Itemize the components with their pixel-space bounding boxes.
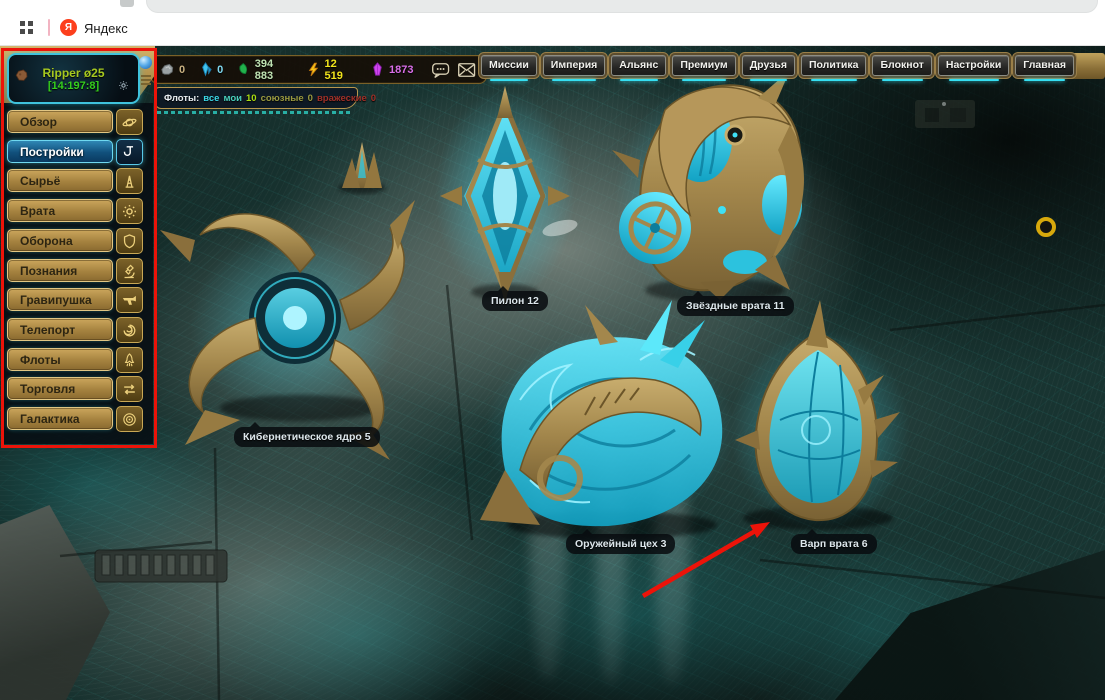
resource-metal-value: 0 — [179, 64, 185, 76]
rock-icon — [160, 62, 175, 77]
sidebar-item-defense[interactable]: Оборона — [7, 229, 113, 252]
planet-icon[interactable] — [116, 109, 143, 135]
fleet-filter-bar: Флоты: все мои 10 союзные 0 вражеские 0 — [155, 87, 358, 109]
fleet-title: Флоты: — [164, 93, 199, 104]
fleet-enemy-count: 0 — [371, 93, 376, 104]
chat-icon[interactable] — [430, 60, 451, 80]
fleet-filter-mine[interactable]: мои — [223, 93, 242, 104]
resource-premium-value: 1873 — [389, 64, 413, 76]
building-label-pylon[interactable]: Пилон 12 — [482, 291, 548, 311]
trade-arrows-icon[interactable] — [116, 376, 143, 402]
fleet-ticks-strip — [157, 111, 352, 114]
shield-icon[interactable] — [116, 228, 143, 254]
plate-gear-icon[interactable] — [118, 80, 129, 91]
microscope-icon[interactable] — [116, 258, 143, 284]
portal-icon[interactable] — [116, 317, 143, 343]
mail-icon[interactable] — [456, 60, 477, 80]
small-structure[interactable] — [338, 142, 386, 194]
sidebar-item-research[interactable]: Познания — [7, 259, 113, 282]
resource-gas: 394 883 — [236, 58, 293, 82]
building-cybernetic-core[interactable] — [160, 200, 415, 460]
building-label-weapon-workshop[interactable]: Оружейный цех 3 — [566, 534, 675, 554]
player-name: Ripper ø25 — [42, 66, 104, 80]
nav-main-button[interactable]: Главная — [1015, 55, 1074, 76]
yandex-initial: Я — [65, 22, 72, 33]
building-star-gate[interactable] — [607, 70, 815, 310]
building-label-cybernetic-core[interactable]: Кибернетическое ядро 5 — [234, 427, 380, 447]
fleet-filter-enemy[interactable]: вражеские — [317, 93, 367, 104]
nav-alliance-button[interactable]: Альянс — [611, 55, 666, 76]
player-coordinates: [14:197:8] — [48, 80, 99, 92]
resource-metal: 0 — [160, 62, 185, 77]
green-gem-icon — [236, 62, 250, 77]
sidebar-item-gravity-gun[interactable]: Гравипушка — [7, 288, 113, 311]
resource-energy-value: 12 519 — [325, 58, 357, 82]
yellow-ring-marker — [1038, 219, 1054, 235]
sidebar-item-buildings[interactable]: Постройки — [7, 140, 113, 163]
browser-chrome: Я Яндекс — [0, 0, 1105, 46]
nav-missions-button[interactable]: Миссии — [481, 55, 537, 76]
extension-icon[interactable] — [120, 0, 134, 7]
building-weapon-workshop[interactable] — [480, 300, 735, 539]
floor-vents — [95, 550, 227, 582]
resource-premium: 1873 — [370, 62, 413, 77]
lightning-icon — [306, 62, 320, 77]
yandex-favicon[interactable]: Я — [60, 19, 77, 36]
fleet-filter-all[interactable]: все — [203, 93, 219, 104]
mine-derrick-icon[interactable] — [116, 168, 143, 194]
fleet-filter-allied[interactable]: союзные — [261, 93, 304, 104]
bookmark-yandex[interactable]: Яндекс — [84, 21, 128, 36]
nav-empire-button[interactable]: Империя — [543, 55, 606, 76]
map-buildings-art — [0, 45, 1105, 700]
vent-lines — [141, 75, 151, 85]
resource-energy: 12 519 — [306, 58, 357, 82]
building-label-warp-gate[interactable]: Варп врата 6 — [791, 534, 877, 554]
asteroid-icon — [13, 68, 29, 84]
galaxy-icon[interactable] — [116, 406, 143, 432]
fleet-allied-count: 0 — [308, 93, 313, 104]
building-label-star-gate[interactable]: Звёздные врата 11 — [677, 296, 794, 316]
nav-politics-button[interactable]: Политика — [801, 55, 867, 76]
address-bar[interactable] — [146, 0, 1098, 13]
fleet-mine-count: 10 — [246, 93, 257, 104]
nav-premium-button[interactable]: Премиум — [672, 55, 735, 76]
sidebar-item-trade[interactable]: Торговля — [7, 377, 113, 400]
resource-crystal: 0 — [198, 62, 223, 77]
raygun-icon[interactable] — [116, 287, 143, 313]
sidebar-item-resources[interactable]: Сырьё — [7, 169, 113, 192]
nav-notebook-button[interactable]: Блокнот — [872, 55, 931, 76]
nav-friends-button[interactable]: Друзья — [742, 55, 795, 76]
crane-hook-icon[interactable] — [116, 139, 143, 165]
status-orb[interactable] — [139, 56, 152, 69]
sidebar-item-overview[interactable]: Обзор — [7, 110, 113, 133]
resource-crystal-value: 0 — [217, 64, 223, 76]
gear-icon[interactable] — [116, 198, 143, 224]
resource-gas-value: 394 883 — [255, 58, 293, 82]
nav-settings-button[interactable]: Настройки — [938, 55, 1009, 76]
sidebar-item-gates[interactable]: Врата — [7, 199, 113, 222]
blue-crystal-icon — [198, 62, 213, 77]
building-pylon[interactable] — [435, 86, 579, 305]
apps-grid-icon[interactable] — [20, 21, 33, 34]
building-warp-gate[interactable] — [730, 300, 910, 530]
distant-structure — [915, 100, 975, 128]
sidebar-item-galaxy[interactable]: Галактика — [7, 407, 113, 430]
rocket-icon[interactable] — [116, 347, 143, 373]
purple-crystal-icon — [370, 62, 385, 77]
sidebar-item-teleport[interactable]: Телепорт — [7, 318, 113, 341]
top-navigation: Миссии Империя Альянс Премиум Друзья Пол… — [481, 55, 1074, 76]
sidebar-item-fleets[interactable]: Флоты — [7, 348, 113, 371]
bookmarks-separator — [48, 19, 50, 36]
resource-bar: 0 0 394 883 12 519 1873 — [150, 55, 487, 84]
